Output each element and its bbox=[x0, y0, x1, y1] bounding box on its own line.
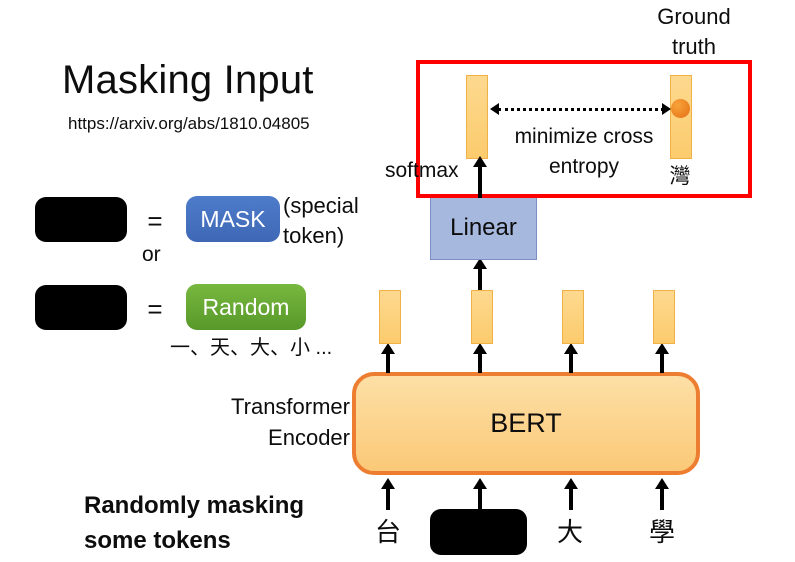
random-examples-label: 一、天、大、小 ... bbox=[170, 337, 333, 359]
output-arrow-stem-1 bbox=[386, 353, 390, 373]
black-mask-rect-2 bbox=[35, 285, 127, 330]
equals-sign-1: = bbox=[147, 206, 163, 236]
page-title: Masking Input bbox=[62, 58, 314, 102]
randomly-masking-label: Randomly masking some tokens bbox=[84, 492, 305, 554]
input-arrow-stem-3 bbox=[569, 488, 573, 510]
cross-entropy-arrow-head-right bbox=[662, 103, 671, 115]
linear-block[interactable]: Linear bbox=[430, 196, 537, 260]
output-arrow-stem-4 bbox=[660, 353, 664, 373]
ground-truth-onehot-dot bbox=[671, 99, 690, 118]
transformer-encoder-label: Transformer Encoder bbox=[231, 394, 350, 450]
mask-token-chip[interactable]: MASK bbox=[186, 196, 280, 242]
output-arrow-stem-2 bbox=[478, 353, 482, 373]
input-token-3: 大 bbox=[556, 517, 583, 547]
input-token-1: 台 bbox=[374, 517, 401, 547]
output-vector-1 bbox=[379, 290, 401, 344]
output-vector-3 bbox=[562, 290, 584, 344]
cross-entropy-arrow-line bbox=[498, 108, 664, 111]
softmax-label: softmax bbox=[385, 159, 459, 182]
black-mask-rect-1 bbox=[35, 197, 127, 242]
equals-sign-2: = bbox=[147, 294, 163, 324]
mask-note-label: (special token) bbox=[283, 193, 359, 248]
linear-input-arrow-stem bbox=[478, 268, 482, 290]
input-arrow-stem-4 bbox=[660, 488, 664, 510]
input-token-2-masked bbox=[430, 509, 527, 555]
paper-url: https://arxiv.org/abs/1810.04805 bbox=[68, 114, 310, 133]
input-arrow-stem-1 bbox=[386, 488, 390, 510]
slide-canvas: Masking Input https://arxiv.org/abs/1810… bbox=[0, 0, 795, 562]
or-label: or bbox=[142, 243, 161, 266]
softmax-arrow-stem bbox=[478, 166, 482, 198]
random-token-chip[interactable]: Random bbox=[186, 284, 306, 330]
minimize-cross-entropy-label: minimize cross entropy bbox=[514, 125, 654, 178]
output-vector-2 bbox=[471, 290, 493, 344]
output-vector-4 bbox=[653, 290, 675, 344]
output-arrow-stem-3 bbox=[569, 353, 573, 373]
input-token-4: 學 bbox=[648, 517, 675, 547]
ground-truth-label: Ground truth bbox=[657, 4, 731, 59]
prediction-vector bbox=[466, 75, 488, 159]
bert-block[interactable]: BERT bbox=[352, 372, 700, 475]
